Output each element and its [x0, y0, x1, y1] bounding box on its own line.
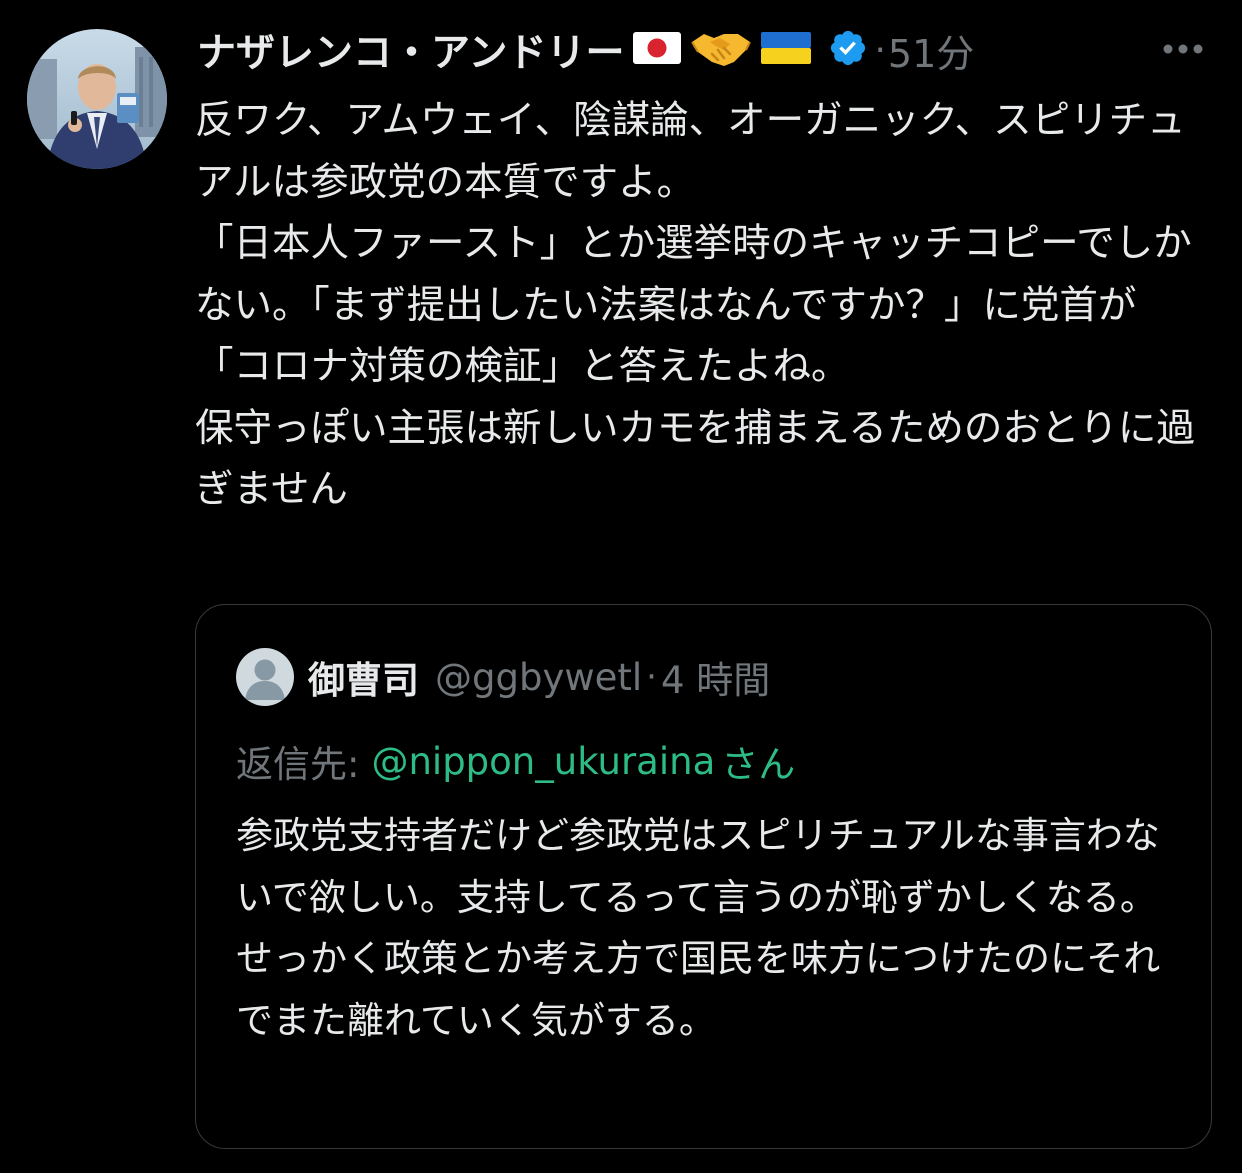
quoted-tweet-header: 御曹司 @ggbywetl · 4 時間	[308, 649, 770, 705]
quoted-tweet[interactable]: 御曹司 @ggbywetl · 4 時間 返信先: @nippon_ukurai…	[195, 604, 1212, 1149]
flag-ukraine-icon	[760, 31, 812, 69]
flag-japan-icon	[632, 31, 682, 69]
time-separator: ·	[646, 657, 657, 697]
quoted-author-handle[interactable]: @ggbywetl	[435, 656, 642, 699]
time-separator: ·	[874, 29, 886, 71]
reply-to-line: 返信先: @nippon_ukuraina さん	[236, 733, 795, 789]
author-photo	[27, 29, 167, 169]
tweet-time[interactable]: 51分	[888, 23, 974, 78]
verified-badge-icon	[828, 28, 868, 72]
more-options-icon[interactable]	[1160, 34, 1206, 64]
reply-to-label: 返信先:	[236, 743, 360, 786]
reply-to-suffix: さん	[721, 743, 796, 786]
author-avatar[interactable]	[27, 29, 167, 169]
reply-to-mention[interactable]: @nippon_ukuraina	[371, 740, 715, 783]
quoted-author-name[interactable]: 御曹司	[308, 650, 419, 704]
quoted-tweet-text: 参政党支持者だけど参政党はスピリチュアルな事言わないで欲しい。支持してるって言う…	[236, 814, 1161, 1042]
quoted-tweet-time: 4 時間	[660, 659, 771, 702]
tweet-header: ナザレンコ・アンドリー · 51分	[197, 22, 974, 78]
default-avatar-icon[interactable]	[236, 648, 294, 706]
handshake-icon	[690, 28, 752, 72]
tweet-text: 反ワク、アムウェイ、陰謀論、オーガニック、スピリチュアルは参政党の本質ですよ。 …	[195, 98, 1195, 512]
author-name[interactable]: ナザレンコ・アンドリー	[197, 22, 624, 78]
